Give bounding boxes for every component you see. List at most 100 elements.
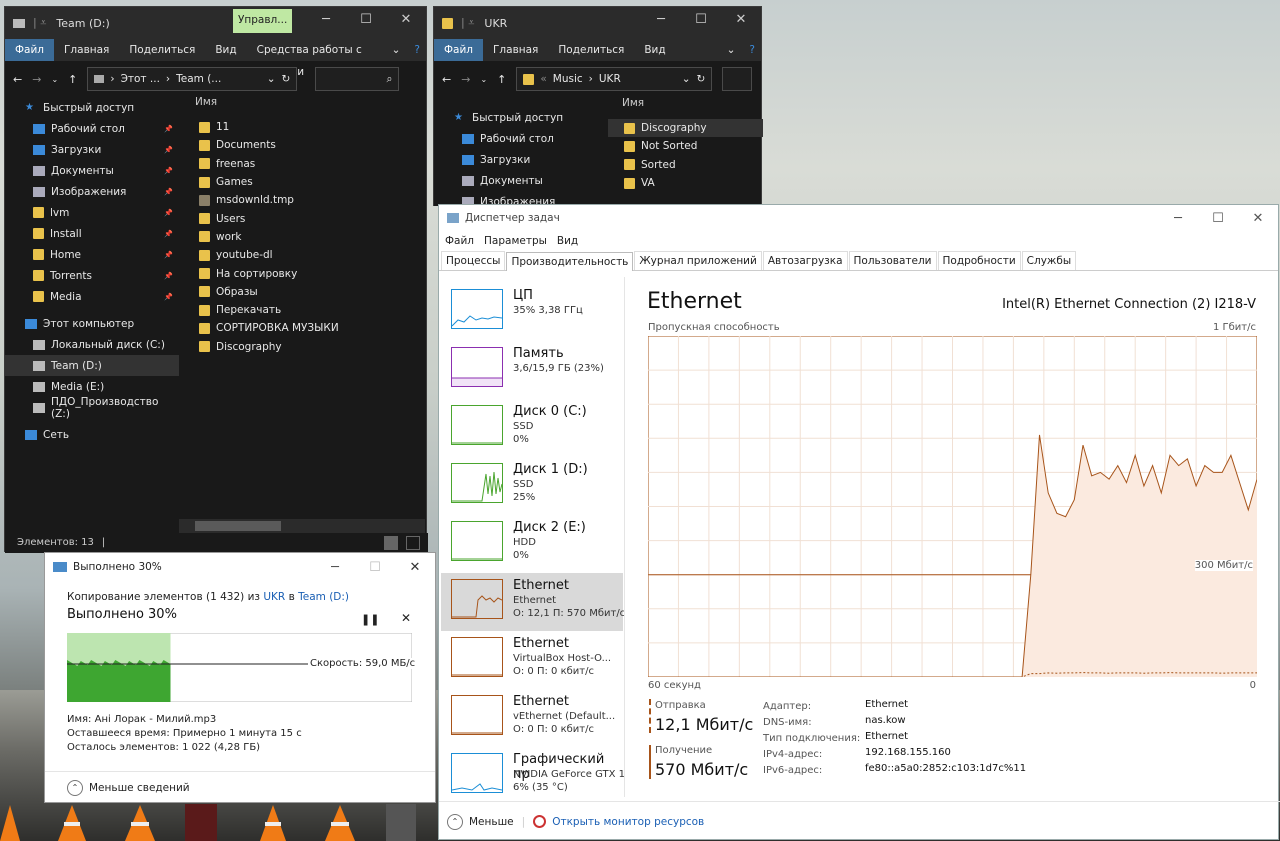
sidebar-item[interactable]: Графический пр NVIDIA GeForce GTX 10 6% (3…	[441, 747, 624, 797]
nav-item[interactable]: Team (D:)	[5, 355, 179, 376]
list-item[interactable]: work	[179, 228, 425, 246]
horizontal-scrollbar[interactable]	[179, 519, 425, 533]
maximize-icon[interactable]: ☐	[681, 12, 721, 27]
close-icon[interactable]: ✕	[1238, 211, 1278, 226]
sidebar-item[interactable]: ЦП 35% 3,38 ГГц	[441, 283, 623, 341]
search-input[interactable]	[722, 67, 753, 91]
nav-item[interactable]: ПДО_Производство (Z:)	[5, 396, 179, 420]
nav-item[interactable]: Install 📌	[5, 223, 179, 244]
tab-item[interactable]: Производительность	[506, 252, 634, 271]
sidebar-item[interactable]: Ethernet VirtualBox Host-O... О: 0 П: 0 кб…	[441, 631, 623, 689]
up-arrow-icon[interactable]: ↑	[68, 73, 77, 86]
ribbon-tab[interactable]: Средства работы с дисками	[247, 39, 384, 78]
ribbon-tab[interactable]: Главная	[54, 39, 119, 61]
recent-locations-icon[interactable]: ⌄	[51, 75, 58, 84]
address-bar[interactable]: › Этот ... › Team (... ⌄ ↻	[87, 67, 298, 91]
up-arrow-icon[interactable]: ↑	[497, 73, 506, 86]
tab-item[interactable]: Пользователи	[848, 251, 937, 270]
list-item[interactable]: СОРТИРОВКА МУЗЫКИ	[179, 319, 425, 337]
minimize-icon[interactable]: ─	[641, 12, 681, 27]
list-item[interactable]: Перекачать	[179, 301, 425, 319]
address-segment[interactable]: Этот ...	[121, 73, 160, 85]
forward-arrow-icon[interactable]: →	[32, 73, 41, 86]
list-item[interactable]: Not Sorted	[608, 137, 763, 155]
list-item[interactable]: 11	[179, 118, 425, 136]
list-item[interactable]: Discography	[608, 119, 763, 138]
help-icon[interactable]: ?	[408, 39, 426, 61]
menu-item[interactable]: Файл	[445, 235, 474, 247]
fewer-details-link[interactable]: Меньше	[469, 816, 514, 828]
maximize-icon[interactable]: ☐	[1198, 211, 1238, 226]
nav-item[interactable]: Рабочий стол	[434, 128, 608, 149]
close-icon[interactable]: ✕	[386, 12, 426, 27]
list-item[interactable]: Образы	[179, 283, 425, 301]
list-item[interactable]: freenas	[179, 155, 425, 173]
scrollbar-thumb[interactable]	[195, 521, 281, 531]
nav-item[interactable]: Загрузки	[434, 149, 608, 170]
refresh-icon[interactable]: ↻	[697, 73, 706, 85]
chevron-up-icon[interactable]: ⌃	[447, 813, 463, 830]
ribbon-tab[interactable]: Файл	[5, 39, 55, 61]
close-icon[interactable]: ✕	[395, 560, 435, 575]
chevron-down-icon[interactable]: ⌄	[682, 73, 691, 85]
quick-access-toolbar-icon[interactable]: | ⩡	[461, 16, 474, 30]
search-input[interactable]: ⌕	[315, 67, 400, 91]
column-header-name[interactable]: Имя	[179, 89, 425, 108]
list-item[interactable]: Users	[179, 209, 425, 227]
nav-item[interactable]: Загрузки 📌	[5, 139, 179, 160]
nav-item[interactable]: Сеть	[5, 424, 179, 445]
destination-link[interactable]: Team (D:)	[298, 591, 349, 603]
ribbon-expand-icon[interactable]: ⌄	[719, 39, 744, 61]
ribbon-tab[interactable]: Файл	[434, 39, 484, 61]
tab-item[interactable]: Автозагрузка	[762, 251, 848, 270]
address-segment[interactable]: Team (...	[176, 73, 221, 85]
list-item[interactable]: msdownld.tmp	[179, 191, 425, 209]
address-segment[interactable]: Music	[553, 73, 583, 85]
tab-item[interactable]: Журнал приложений	[634, 251, 762, 270]
source-link[interactable]: UKR	[263, 591, 285, 603]
nav-item[interactable]: Рабочий стол 📌	[5, 118, 179, 139]
nav-item[interactable]: lvm 📌	[5, 202, 179, 223]
menu-item[interactable]: Вид	[557, 235, 578, 247]
cancel-icon[interactable]: ✕	[401, 611, 411, 625]
ribbon-tab[interactable]: Главная	[483, 39, 548, 61]
list-item[interactable]: Documents	[179, 136, 425, 154]
back-arrow-icon[interactable]: ←	[13, 73, 22, 86]
chevron-up-icon[interactable]: ⌃	[67, 779, 83, 796]
forward-arrow-icon[interactable]: →	[461, 73, 470, 86]
sidebar-item[interactable]: Диск 1 (D:) SSD 25%	[441, 457, 623, 515]
list-item[interactable]: VA	[608, 174, 763, 192]
ribbon-tab[interactable]: Вид	[205, 39, 246, 61]
minimize-icon[interactable]: ─	[315, 560, 355, 575]
ribbon-tab[interactable]: Поделиться	[119, 39, 205, 61]
open-resource-monitor-link[interactable]: Открыть монитор ресурсов	[552, 816, 704, 828]
nav-item[interactable]: Torrents 📌	[5, 265, 179, 286]
nav-item[interactable]: ★ Быстрый доступ	[5, 97, 179, 118]
nav-item[interactable]: Документы 📌	[5, 160, 179, 181]
list-item[interactable]: На сортировку	[179, 264, 425, 282]
sidebar-item[interactable]: Память 3,6/15,9 ГБ (23%)	[441, 341, 623, 399]
sidebar-item[interactable]: Диск 0 (C:) SSD 0%	[441, 399, 623, 457]
recent-locations-icon[interactable]: ⌄	[480, 75, 487, 84]
nav-item[interactable]: Home 📌	[5, 244, 179, 265]
list-item[interactable]: youtube-dl	[179, 246, 425, 264]
tab-item[interactable]: Процессы	[441, 251, 506, 270]
tab-item[interactable]: Подробности	[937, 251, 1021, 270]
nav-item[interactable]: ★ Быстрый доступ	[434, 107, 608, 128]
nav-item[interactable]: Изображения 📌	[5, 181, 179, 202]
address-segment[interactable]: UKR	[599, 73, 621, 85]
chevron-down-icon[interactable]: ⌄	[267, 73, 276, 85]
minimize-icon[interactable]: ─	[1158, 211, 1198, 226]
manage-contextual-tab[interactable]: Управл...	[233, 9, 293, 33]
details-view-icon[interactable]	[384, 536, 398, 550]
help-icon[interactable]: ?	[743, 39, 761, 61]
close-icon[interactable]: ✕	[721, 12, 761, 27]
nav-item[interactable]: Документы	[434, 170, 608, 191]
tab-item[interactable]: Службы	[1021, 251, 1077, 270]
nav-item[interactable]: Локальный диск (C:)	[5, 334, 179, 355]
sidebar-item[interactable]: Диск 2 (E:) HDD 0%	[441, 515, 623, 573]
minimize-icon[interactable]: ─	[306, 12, 346, 27]
nav-item[interactable]: Media (E:)	[5, 376, 179, 397]
column-header-name[interactable]: Имя	[608, 89, 763, 109]
refresh-icon[interactable]: ↻	[282, 73, 291, 85]
